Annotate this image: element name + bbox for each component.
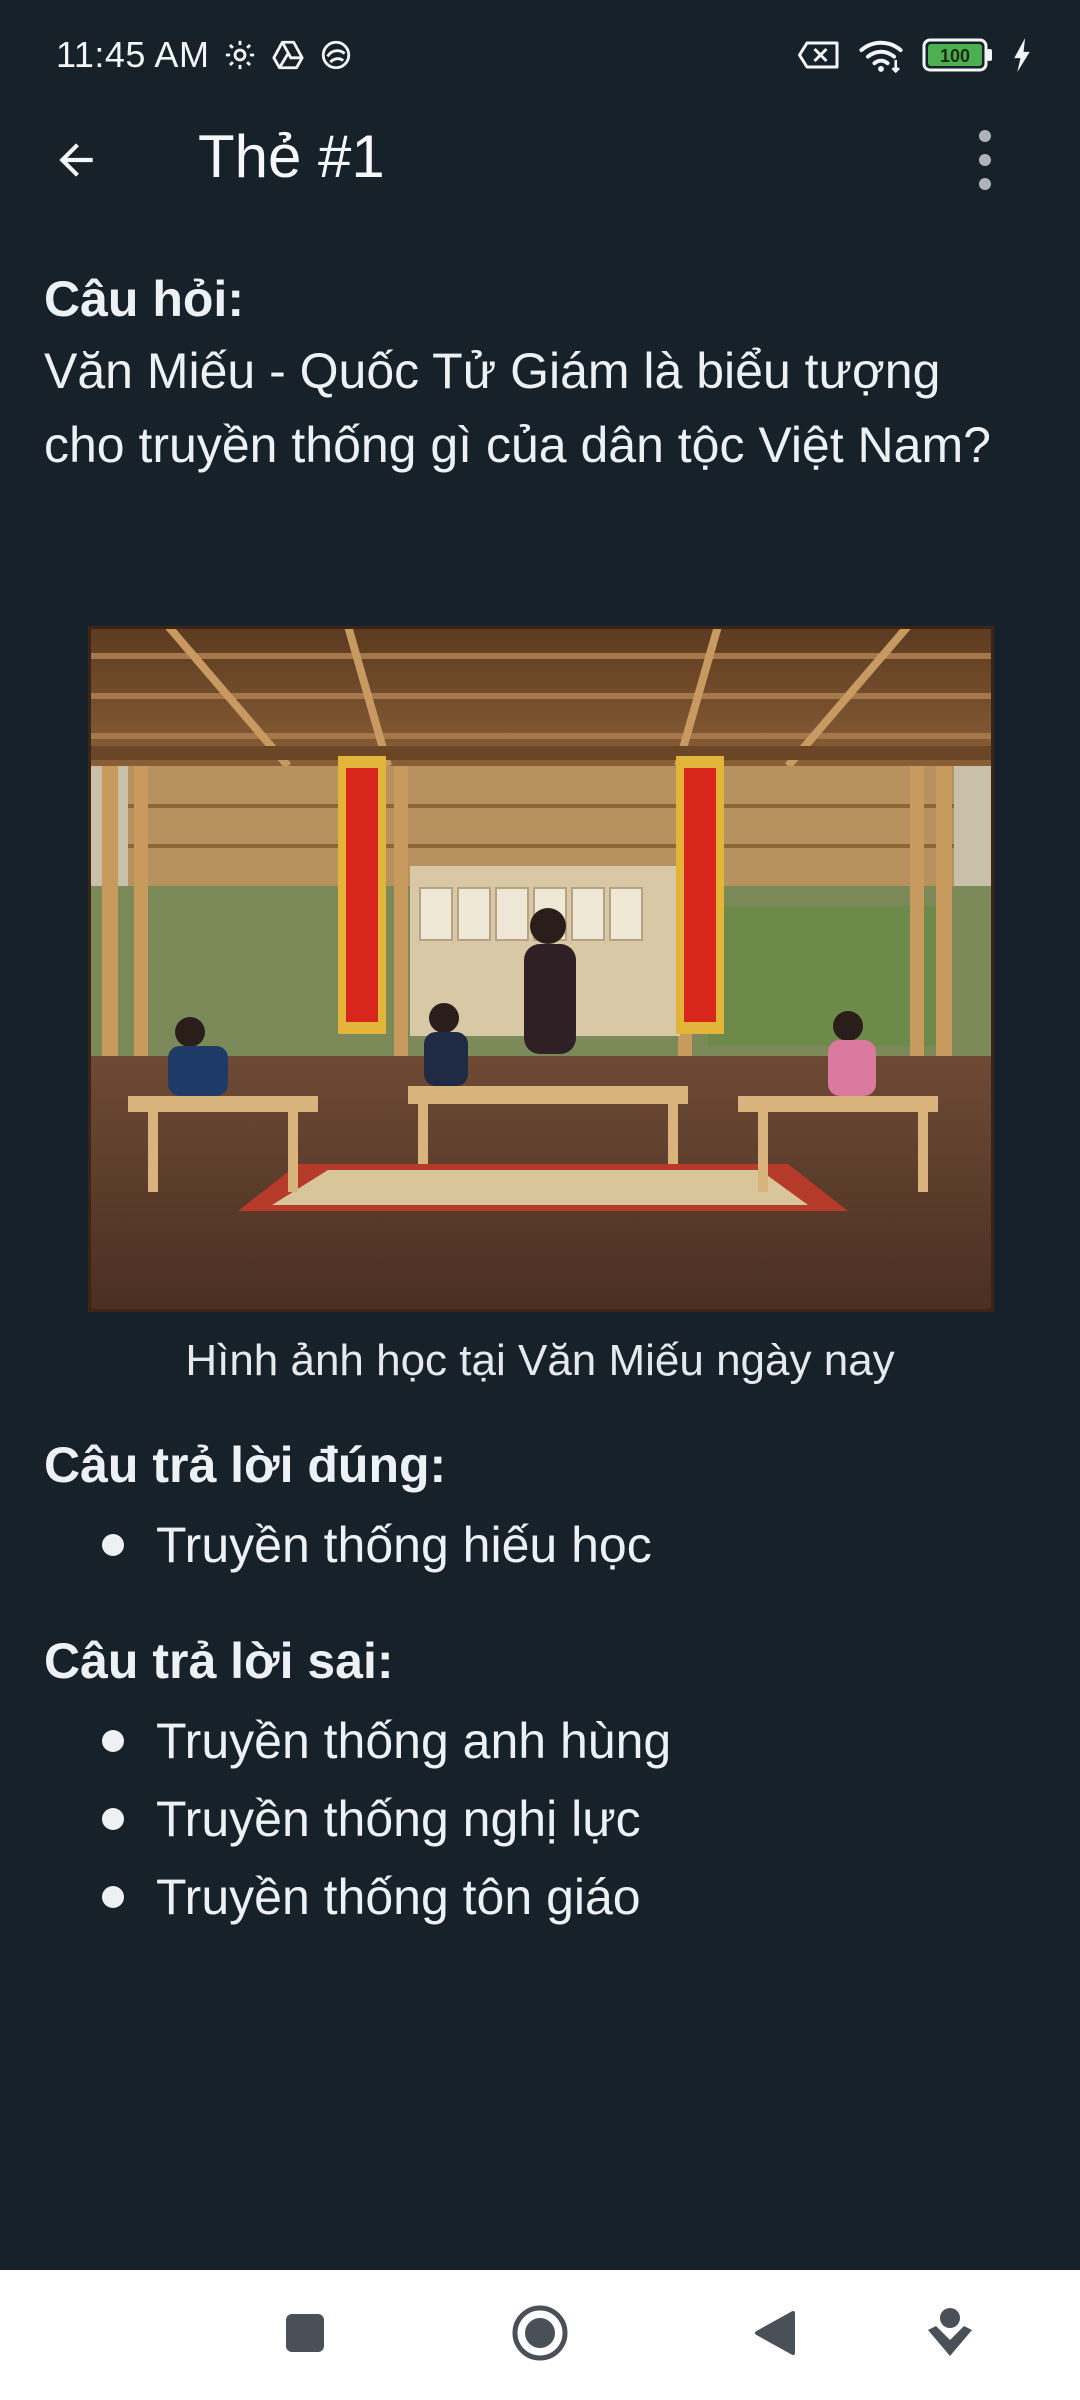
more-vert-icon — [977, 128, 993, 197]
home-icon — [511, 2304, 569, 2367]
assistant-icon — [925, 2306, 975, 2365]
battery-icon: 100 — [922, 37, 994, 73]
bullet-icon — [102, 1886, 124, 1908]
card-content: Câu hỏi: Văn Miếu - Quốc Tử Giám là biểu… — [0, 270, 1080, 1925]
back-icon — [753, 2309, 797, 2362]
answer-text: Truyền thống hiếu học — [156, 1517, 652, 1573]
settings-icon — [223, 38, 257, 72]
more-options-button[interactable] — [960, 126, 1010, 198]
bullet-icon — [102, 1808, 124, 1830]
back-button[interactable] — [46, 132, 106, 192]
wrong-answers-list: Truyền thống anh hùng Truyền thống nghị … — [44, 1702, 1044, 1936]
app-bar: Thẻ #1 — [0, 110, 1080, 210]
answer-text: Truyền thống tôn giáo — [156, 1869, 641, 1925]
bullet-icon — [102, 1730, 124, 1752]
wrong-answers: Câu trả lời sai: Truyền thống anh hùng T… — [44, 1632, 1044, 1936]
wifi-icon — [858, 37, 904, 73]
correct-answers-list: Truyền thống hiếu học — [44, 1506, 1044, 1584]
bullet-icon — [102, 1534, 124, 1556]
page-title: Thẻ #1 — [198, 123, 385, 190]
image-caption: Hình ảnh học tại Văn Miếu ngày nay — [185, 1336, 895, 1385]
wrong-answers-heading: Câu trả lời sai: — [44, 1633, 394, 1689]
status-right: 100 — [798, 37, 1032, 73]
drive-icon — [271, 38, 305, 72]
recents-icon — [283, 2311, 327, 2360]
status-bar: 11:45 AM 100 — [0, 0, 1080, 110]
answer-text: Truyền thống anh hùng — [156, 1713, 672, 1769]
question-heading: Câu hỏi: — [44, 271, 244, 327]
correct-answers: Câu trả lời đúng: Truyền thống hiếu học — [44, 1436, 1044, 1584]
home-button[interactable] — [505, 2300, 575, 2370]
list-item: Truyền thống hiếu học — [44, 1506, 1044, 1584]
question-text: Văn Miếu - Quốc Tử Giám là biểu tượng ch… — [44, 343, 991, 473]
status-left: 11:45 AM — [56, 34, 353, 76]
charging-icon — [1012, 38, 1032, 72]
sim-off-icon — [798, 39, 840, 71]
battery-level: 100 — [940, 46, 970, 66]
arrow-back-icon — [51, 135, 101, 190]
correct-answers-heading: Câu trả lời đúng: — [44, 1437, 447, 1493]
sync-icon — [319, 38, 353, 72]
answer-text: Truyền thống nghị lực — [156, 1791, 641, 1847]
list-item: Truyền thống tôn giáo — [44, 1858, 1044, 1936]
recents-button[interactable] — [270, 2300, 340, 2370]
back-nav-button[interactable] — [740, 2300, 810, 2370]
list-item: Truyền thống nghị lực — [44, 1780, 1044, 1858]
list-item: Truyền thống anh hùng — [44, 1702, 1044, 1780]
navigation-bar — [0, 2270, 1080, 2400]
status-time: 11:45 AM — [56, 34, 210, 75]
question-image — [88, 626, 994, 1312]
assistant-button[interactable] — [915, 2300, 985, 2370]
